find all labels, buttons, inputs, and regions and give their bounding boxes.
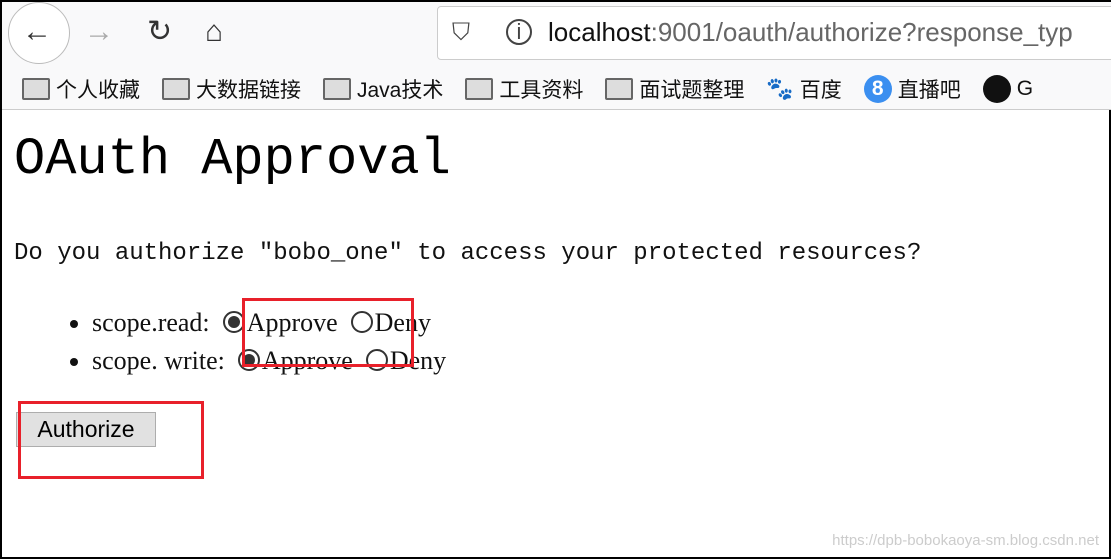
- bookmark-label: 百度: [799, 78, 842, 102]
- bookmark-label: 直播吧: [897, 78, 961, 102]
- bookmark-label: Java技术: [357, 78, 444, 102]
- back-arrow-icon[interactable]: ←: [22, 14, 52, 50]
- info-icon[interactable]: i: [506, 19, 532, 45]
- bookmark-item[interactable]: 8 直播吧: [863, 74, 961, 104]
- home-icon[interactable]: ⌂: [205, 14, 223, 50]
- scope-label: scope. write:: [92, 346, 232, 375]
- scope-label: scope.read:: [92, 308, 217, 337]
- annotation-box-approve: [242, 298, 414, 367]
- bookmark-label: 个人收藏: [56, 78, 140, 102]
- url-path: :9001/oauth/authorize?response_typ: [650, 17, 1073, 47]
- url-bar[interactable]: ⛉ i localhost:9001/oauth/authorize?respo…: [437, 6, 1111, 60]
- browser-toolbar: ← → ↻ ⌂ ⛉ i localhost:9001/oauth/authori…: [2, 2, 1111, 68]
- annotation-box-authorize: [18, 401, 204, 479]
- bookmark-item[interactable]: G: [982, 74, 1034, 103]
- bookmarks-bar: 个人收藏 大数据链接 Java技术 工具资料 面试题整理 🐾 百度 8 直播吧 G: [2, 68, 1111, 110]
- github-icon: [982, 74, 1011, 103]
- folder-icon: [162, 77, 190, 100]
- bookmark-label: G: [1016, 76, 1034, 100]
- bookmark-label: 工具资料: [499, 78, 584, 102]
- folder-icon: [605, 77, 634, 100]
- bookmark-item[interactable]: 大数据链接: [162, 74, 301, 104]
- watermark: https://dpb-bobokaoya-sm.blog.csdn.net: [832, 532, 1099, 549]
- bookmark-item[interactable]: 面试题整理: [605, 74, 744, 104]
- zhibo8-icon: 8: [863, 74, 892, 103]
- bookmark-label: 面试题整理: [639, 78, 745, 102]
- page-title: OAuth Approval: [14, 130, 451, 189]
- authorization-question: Do you authorize "bobo_one" to access yo…: [14, 240, 922, 267]
- bookmark-label: 大数据链接: [196, 78, 301, 102]
- bookmark-item[interactable]: 🐾 百度: [766, 74, 841, 104]
- folder-icon: [323, 77, 351, 100]
- url-host: localhost: [548, 17, 651, 47]
- shield-icon[interactable]: ⛉: [452, 19, 470, 47]
- url-text[interactable]: localhost:9001/oauth/authorize?response_…: [548, 17, 1073, 48]
- folder-icon: [22, 77, 50, 100]
- bookmark-item[interactable]: Java技术: [323, 74, 443, 104]
- folder-icon: [465, 77, 494, 100]
- bookmark-item[interactable]: 工具资料: [465, 74, 583, 104]
- forward-arrow-icon[interactable]: →: [84, 14, 114, 50]
- bookmark-item[interactable]: 个人收藏: [22, 74, 140, 104]
- reload-icon[interactable]: ↻: [147, 14, 172, 50]
- baidu-icon: 🐾: [766, 75, 794, 101]
